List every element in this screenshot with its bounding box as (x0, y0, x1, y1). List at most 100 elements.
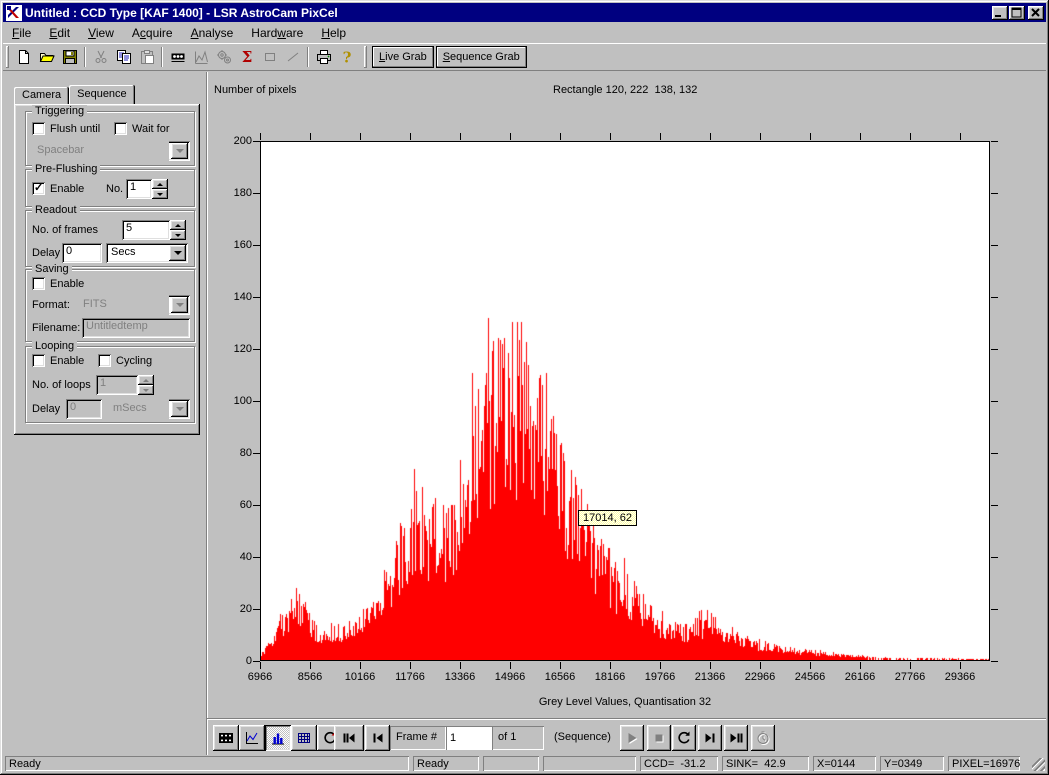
stepper-down-icon[interactable] (138, 385, 154, 395)
play-to-end-icon (728, 730, 744, 746)
preflush-enable-checkbox[interactable]: Enable (32, 182, 84, 195)
loop-delay-units-select[interactable]: mSecs (108, 399, 190, 419)
live-grab-button[interactable]: Live Grab (372, 46, 434, 68)
copy-button[interactable] (112, 46, 135, 68)
sequence-grab-button[interactable]: Sequence Grab (436, 46, 527, 68)
open-folder-button[interactable] (35, 46, 58, 68)
delay-field[interactable]: 0 (62, 243, 102, 263)
rectangle-select-button[interactable] (258, 46, 281, 68)
x-tick-top (960, 133, 961, 140)
stepper-up-icon[interactable] (170, 220, 186, 230)
print-icon (316, 49, 332, 65)
cut-icon (93, 49, 109, 65)
toolbar-grip[interactable] (364, 46, 367, 68)
print-button[interactable] (312, 46, 335, 68)
timer-button[interactable] (751, 725, 775, 751)
wait-for-checkbox[interactable]: Wait for (114, 122, 170, 135)
play-to-end-button[interactable] (724, 725, 748, 751)
toolbar-separator (161, 47, 163, 67)
save-button[interactable] (58, 46, 81, 68)
stepper-down-icon[interactable] (152, 189, 168, 199)
select-value: Spacebar (32, 141, 169, 161)
cut-button[interactable] (89, 46, 112, 68)
cycling-checkbox[interactable]: Cycling (98, 354, 152, 367)
maximize-button[interactable] (1009, 6, 1025, 20)
chevron-down-icon[interactable] (171, 401, 188, 417)
stop-button[interactable] (647, 725, 671, 751)
trigger-source-select[interactable]: Spacebar (32, 141, 190, 161)
menu-item-help[interactable]: Help (312, 24, 355, 42)
preflush-count-stepper[interactable]: 1 (126, 179, 168, 199)
stepper-down-icon[interactable] (170, 230, 186, 240)
settings-gears-button[interactable] (212, 46, 235, 68)
tab-camera[interactable]: Camera (14, 87, 69, 104)
histogram-canvas[interactable] (261, 142, 989, 660)
title-bar[interactable]: Untitled : CCD Type [KAF 1400] - LSR Ast… (3, 3, 1046, 22)
loop-button[interactable] (672, 725, 696, 751)
checkbox-label: Flush until (50, 123, 100, 135)
loop-icon (676, 730, 692, 746)
stepper-value[interactable]: 1 (96, 375, 138, 395)
tab-sequence[interactable]: Sequence (69, 85, 135, 104)
group-title: Looping (32, 340, 77, 352)
stepper-value[interactable]: 1 (126, 179, 152, 199)
saving-enable-checkbox[interactable]: Enable (32, 277, 84, 290)
paste-icon (139, 49, 155, 65)
histogram-button[interactable] (189, 46, 212, 68)
loop-delay-field[interactable]: 0 (66, 399, 102, 419)
toolbar-grip[interactable] (6, 46, 9, 68)
stepper-value[interactable]: 5 (122, 220, 170, 240)
menu-item-edit[interactable]: Edit (40, 24, 79, 42)
menu-item-view[interactable]: View (79, 24, 123, 42)
close-button[interactable] (1028, 6, 1044, 20)
x-tick (760, 662, 761, 669)
play-button[interactable] (620, 725, 644, 751)
loops-stepper[interactable]: 1 (96, 375, 154, 395)
status-extra1 (483, 756, 539, 771)
data-point-tooltip: 17014, 62 (578, 510, 637, 526)
line-select-icon (285, 49, 301, 65)
new-document-button[interactable] (12, 46, 35, 68)
histogram-view-button[interactable] (265, 725, 291, 751)
film-view-button[interactable] (213, 725, 239, 751)
delay-units-select[interactable]: Secs (106, 243, 188, 263)
minimize-button[interactable] (992, 6, 1008, 20)
stepper-up-icon[interactable] (152, 179, 168, 189)
checkbox-label: Wait for (132, 123, 170, 135)
frame-count-label: of 1 (492, 726, 544, 750)
toolbar-separator (84, 47, 86, 67)
frames-stepper[interactable]: 5 (122, 220, 186, 240)
frame-number-input[interactable] (446, 726, 492, 750)
chevron-down-icon[interactable] (169, 245, 186, 261)
x-tick-top (860, 133, 861, 140)
ccd-readout-button[interactable] (166, 46, 189, 68)
stepper-up-icon[interactable] (138, 375, 154, 385)
filename-field[interactable]: Untitledtemp (82, 318, 190, 338)
sequence-tab-page: Triggering Flush until Wait for Spacebar (14, 104, 200, 435)
chevron-down-icon[interactable] (171, 143, 188, 159)
y-tick-right (991, 557, 998, 558)
format-select[interactable]: FITS (78, 295, 190, 315)
flush-until-checkbox[interactable]: Flush until (32, 122, 100, 135)
looping-enable-checkbox[interactable]: Enable (32, 354, 84, 367)
x-tick-top (760, 133, 761, 140)
menu-item-acquire[interactable]: Acquire (123, 24, 182, 42)
tab-strip: CameraSequence (14, 85, 135, 104)
line-select-button[interactable] (281, 46, 304, 68)
y-tick-right (991, 401, 998, 402)
menu-item-file[interactable]: File (3, 24, 40, 42)
saving-group: Saving Enable Format: FITS Filename: Unt… (25, 269, 195, 342)
rewind-start-button[interactable] (334, 725, 364, 751)
step-back-button[interactable] (365, 725, 390, 751)
chevron-down-icon[interactable] (171, 297, 188, 313)
menu-item-analyse[interactable]: Analyse (182, 24, 243, 42)
resize-grip[interactable] (1032, 758, 1045, 771)
help-button[interactable]: ? (335, 46, 358, 68)
step-forward-button[interactable] (698, 725, 722, 751)
line-plot-view-button[interactable] (239, 725, 265, 751)
checkbox-box (32, 182, 45, 195)
paste-button[interactable] (135, 46, 158, 68)
table-view-button[interactable] (291, 725, 317, 751)
sigma-sum-button[interactable]: Σ (235, 46, 258, 68)
menu-item-hardware[interactable]: Hardware (242, 24, 312, 42)
